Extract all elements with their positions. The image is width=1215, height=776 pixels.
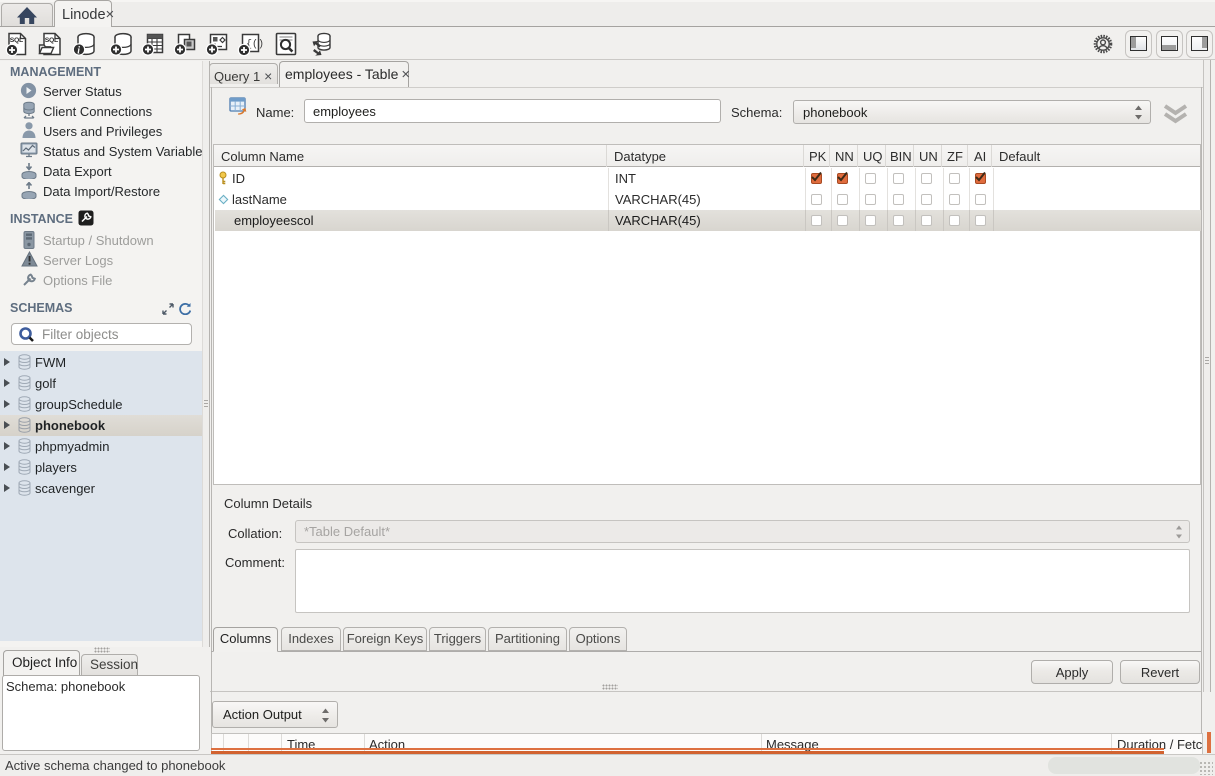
svg-text:SQL: SQL bbox=[45, 37, 58, 44]
svg-text:i: i bbox=[77, 46, 80, 57]
svg-text:SQL: SQL bbox=[10, 37, 23, 44]
